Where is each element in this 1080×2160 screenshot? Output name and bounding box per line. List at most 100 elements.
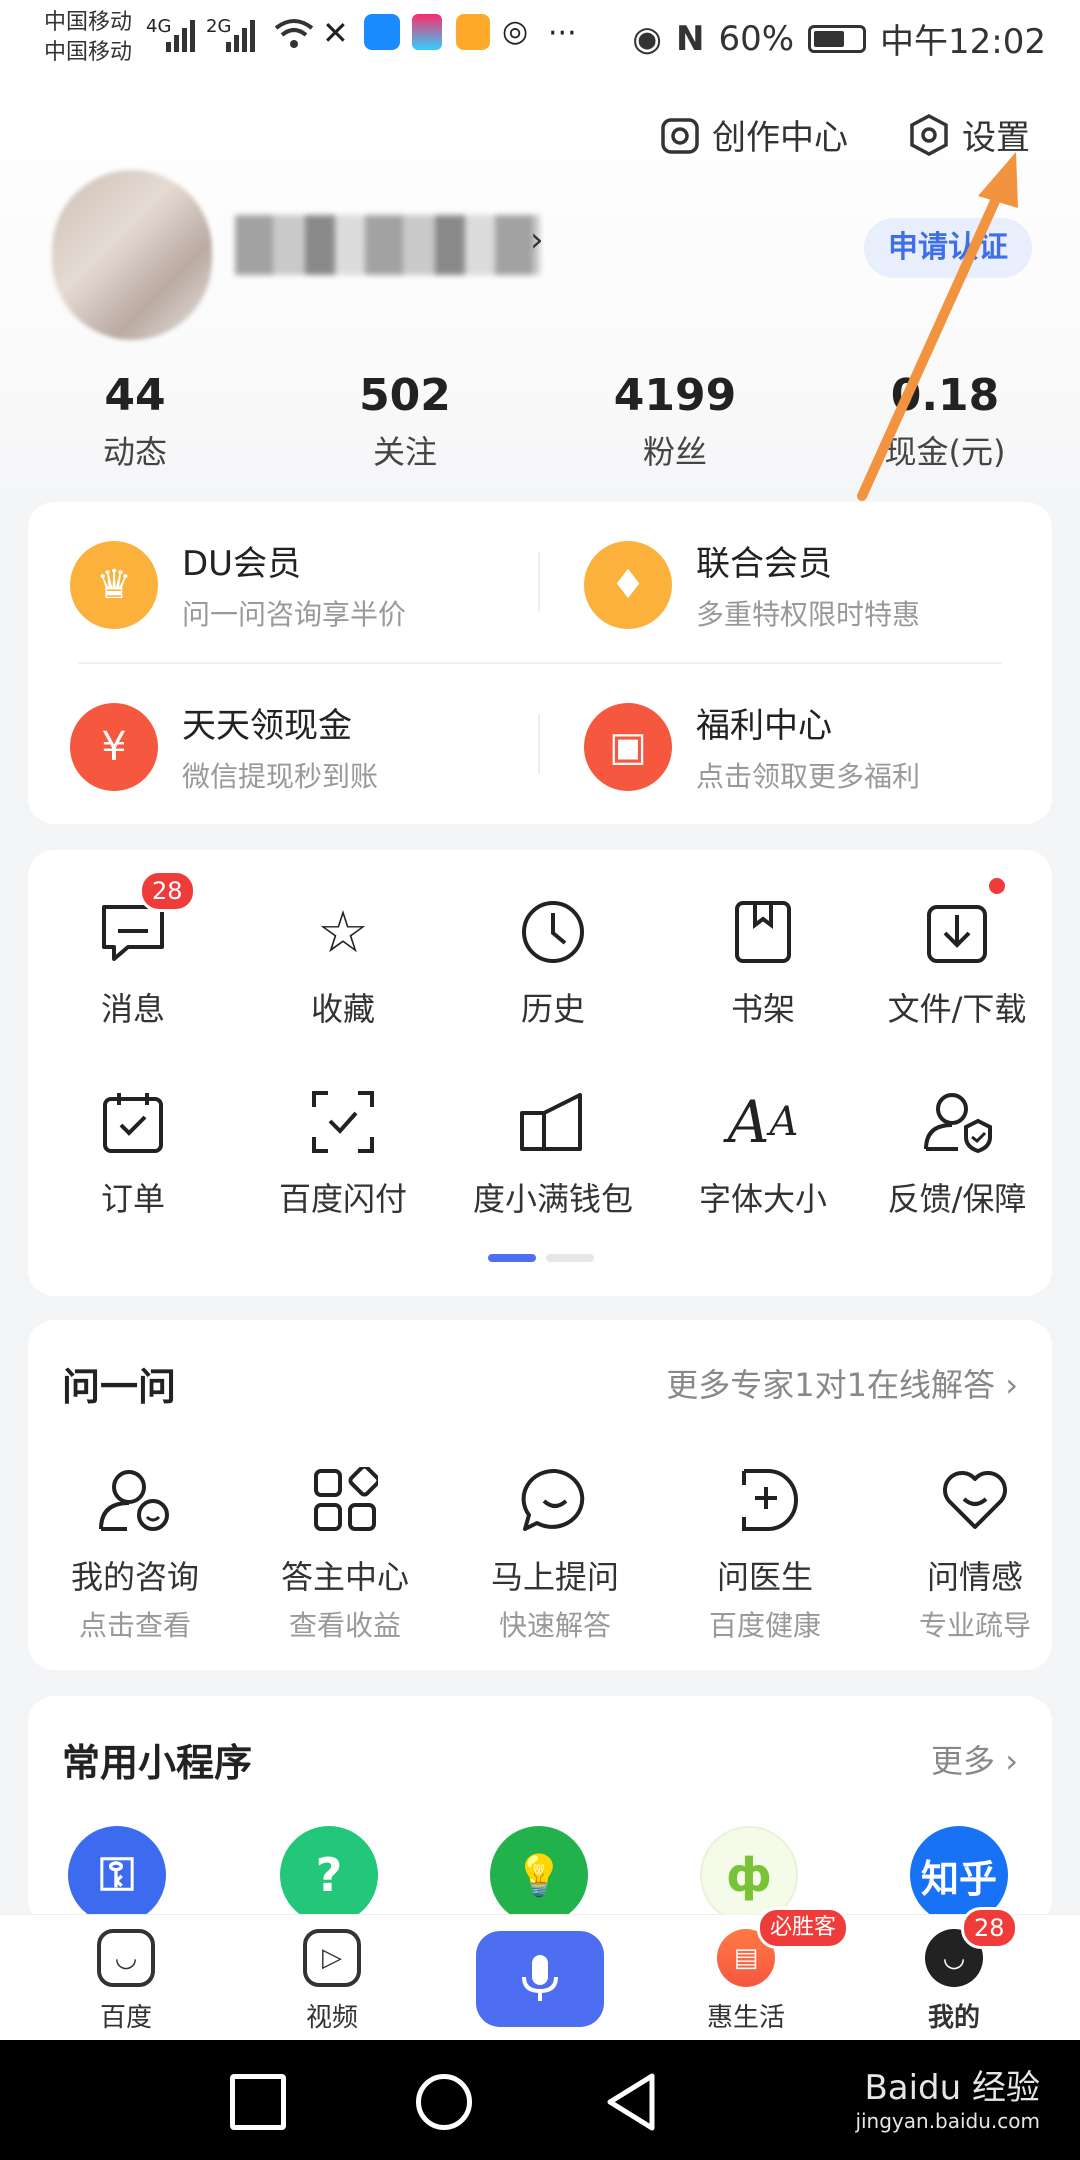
favorites-entry[interactable]: ☆ 收藏 [238,894,448,1030]
message-icon: 28 [95,870,196,970]
mini-programs-title: 常用小程序 [62,1741,253,1785]
gift-icon: ▣ [584,702,672,791]
home-icon[interactable] [416,2074,472,2130]
mini-app-1-icon[interactable]: ⚿ [68,1826,166,1924]
settings-button[interactable]: 设置 [908,110,1030,159]
avatar[interactable] [52,170,212,340]
promo-badge: 必胜客 [757,1907,850,1949]
signal-icon [166,20,195,52]
divider [78,662,1002,664]
microphone-icon [522,1955,558,2001]
page-indicator [488,1254,594,1262]
settings-label: 设置 [962,118,1030,158]
ask-title: 问一问 [62,1365,177,1409]
scan-pay-icon [305,1084,381,1160]
feedback-icon [919,1084,995,1160]
bottom-nav: ◡ 百度 ▷ 视频 ▤ 必胜客 惠生活 ◡ 28 我的 [0,1907,1080,2040]
chat-bubble-icon [515,1460,595,1540]
stat-posts[interactable]: 44 动态 [0,370,270,473]
consult-icon [95,1460,175,1540]
welfare-center-entry[interactable]: ▣ 福利中心 点击领取更多福利 [584,698,920,795]
daily-cash-entry[interactable]: ¥ 天天领现金 微信提现秒到账 [70,698,378,795]
nav-mine[interactable]: ◡ 28 我的 [874,1907,1034,2034]
function-grid: 28 消息 ☆ 收藏 历史 书架 文件/下载 订单 百度闪付 度小满钱包 A A… [28,850,1052,1296]
gear-icon [910,113,948,156]
mini-programs-card: 常用小程序 更多 › ⚿ ? 💡 ф 知乎 [28,1696,1052,1926]
more-notifications-icon: ··· [548,16,577,51]
profile-stats: 44 动态 502 关注 4199 粉丝 0.18 现金(元) [0,370,1080,473]
new-download-dot [989,878,1005,894]
wallet-icon [515,1084,591,1160]
joint-member-entry[interactable]: ♦ 联合会员 多重特权限时特惠 [584,536,920,633]
recent-apps-icon[interactable] [230,2074,286,2130]
stat-followers[interactable]: 4199 粉丝 [540,370,810,473]
bookshelf-entry[interactable]: 书架 [658,894,868,1030]
shopping-bag-icon: ▤ 必胜客 [717,1907,850,1987]
username-blurred[interactable] [235,215,540,275]
system-nav-bar: Baidu 经验 jingyan.baidu.com [0,2040,1080,2160]
carrier-info: 中国移动 中国移动 [44,10,133,65]
nav-baidu[interactable]: ◡ 百度 [46,1929,206,2034]
wifi-icon [274,19,314,48]
membership-card: ♛ DU会员 问一问咨询享半价 ♦ 联合会员 多重特权限时特惠 ¥ 天天领现金 微信提… [28,502,1052,824]
nav-hui-life[interactable]: ▤ 必胜客 惠生活 [666,1907,850,2034]
voice-search-button[interactable] [476,1931,604,2027]
nav-video[interactable]: ▷ 视频 [252,1929,412,2034]
ask-card: 问一问 更多专家1对1在线解答 › 我的咨询 点击查看 答主中心 查看收益 马上… [28,1320,1052,1670]
page-dot-active [488,1254,536,1262]
order-entry[interactable]: 订单 [28,1084,238,1220]
ask-now-entry[interactable]: 马上提问 快速解答 [450,1460,660,1644]
status-bar: 中国移动 中国移动 4G 2G ✕ ◎ ··· ◉ N 60% 中午12:02 [0,0,1080,70]
mini-programs-more-link[interactable]: 更多 › [931,1736,1018,1782]
crown-icon: ♛ [70,540,158,629]
message-entry[interactable]: 28 消息 [28,870,238,1030]
wallet-entry[interactable]: 度小满钱包 [448,1084,658,1220]
badge-icon: ♦ [584,540,672,629]
my-consult-entry[interactable]: 我的咨询 点击查看 [30,1460,240,1644]
profile-header: 创作中心 设置 › 申请认证 44 动态 502 关注 4199 粉丝 0.18 现金(… [0,70,1080,500]
font-size-entry[interactable]: AA 字体大小 [658,1084,868,1220]
eye-icon: ◉ [632,18,662,59]
question-icon[interactable]: ? [280,1826,378,1924]
lightbulb-icon[interactable]: 💡 [490,1826,588,1924]
app-notification-icon-3 [456,14,490,50]
ask-more-link[interactable]: 更多专家1对1在线解答 › [666,1360,1018,1406]
ask-doctor-entry[interactable]: 问医生 百度健康 [660,1460,870,1644]
stat-following[interactable]: 502 关注 [270,370,540,473]
creation-center-label: 创作中心 [712,118,848,158]
video-icon: ▷ [303,1929,361,1987]
chevron-right-icon: › [530,220,544,260]
camera-notification-icon: ◎ [502,14,529,49]
quick-pay-entry[interactable]: 百度闪付 [238,1084,448,1220]
baidu-home-icon: ◡ [97,1929,155,1987]
order-icon [95,1084,171,1160]
mine-count-badge: 28 [961,1907,1018,1949]
bookshelf-icon [725,894,801,970]
download-icon [919,878,1005,970]
signal-icon-2 [226,20,255,52]
cash-icon: ¥ [70,702,158,791]
profile-face-icon: ◡ 28 [925,1907,1018,1987]
app-notification-icon-2 [412,14,442,50]
divider [538,552,540,612]
stat-cash[interactable]: 0.18 现金(元) [810,370,1080,473]
heart-icon [935,1460,1015,1540]
medical-icon [725,1460,805,1540]
answerer-center-entry[interactable]: 答主中心 查看收益 [240,1460,450,1644]
camera-icon [661,117,699,154]
grid-icon [305,1460,385,1540]
download-entry[interactable]: 文件/下载 [852,878,1062,1030]
watermark: Baidu 经验 jingyan.baidu.com [855,2068,1040,2133]
message-count-badge: 28 [139,870,196,912]
apply-verification-button[interactable]: 申请认证 [864,218,1032,278]
creation-center-button[interactable]: 创作中心 [660,110,848,159]
history-entry[interactable]: 历史 [448,894,658,1030]
clock-time: 中午12:02 [880,22,1046,62]
nfc-icon: N [675,18,705,59]
missed-call-icon: ✕ [322,14,349,52]
battery-icon [808,24,867,53]
feedback-entry[interactable]: 反馈/保障 [852,1084,1062,1220]
ask-emotion-entry[interactable]: 问情感 专业疏导 [870,1460,1080,1644]
du-member-entry[interactable]: ♛ DU会员 问一问咨询享半价 [70,536,406,633]
back-icon[interactable] [604,2072,660,2132]
